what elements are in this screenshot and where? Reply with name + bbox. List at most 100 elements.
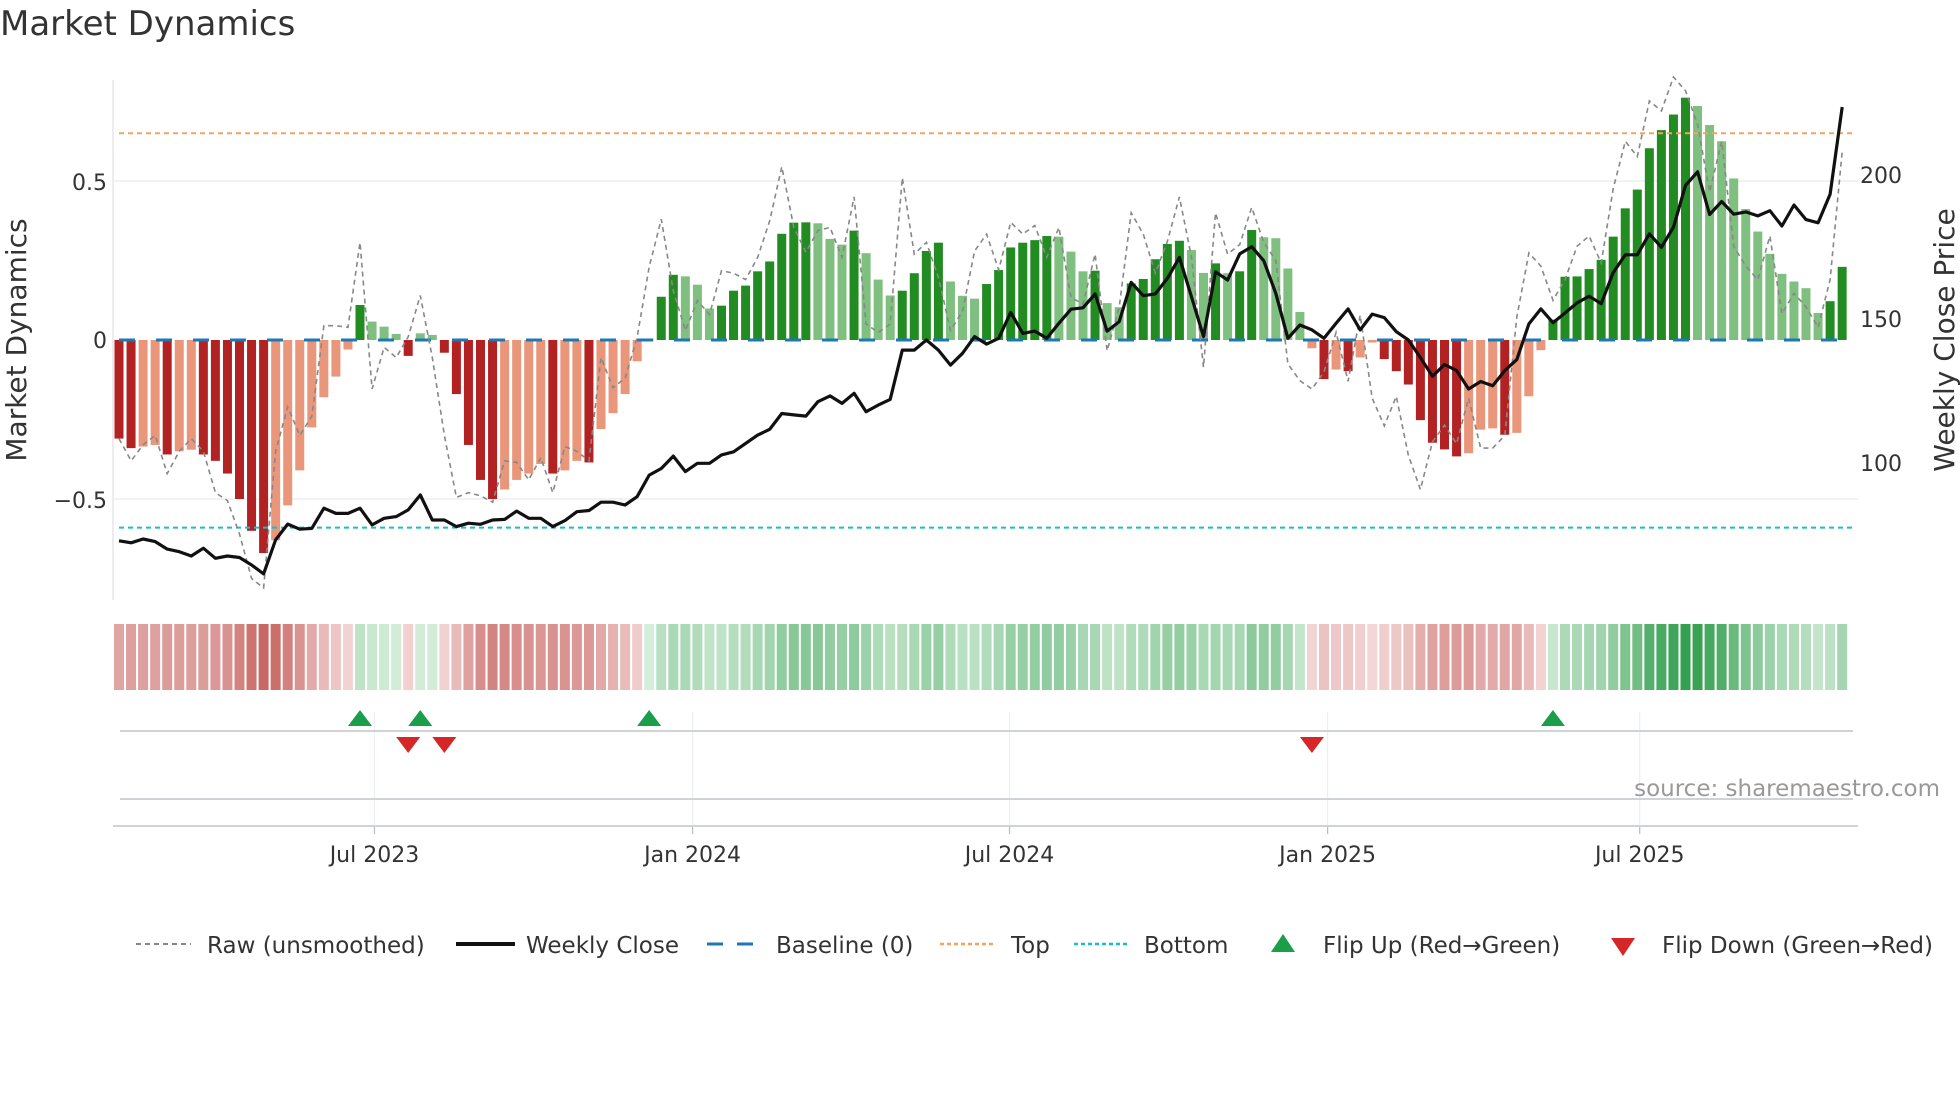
- bar: [1620, 208, 1630, 340]
- heat-cell: [511, 624, 522, 690]
- x-tick-label: Jan 2024: [642, 843, 741, 868]
- bar: [1030, 240, 1040, 340]
- heat-cell: [1078, 624, 1088, 690]
- heat-cell: [282, 624, 293, 690]
- heat-cell: [1427, 624, 1438, 690]
- legend: Raw (unsmoothed) Weekly Close Baseline (…: [136, 933, 1933, 959]
- bar: [813, 223, 823, 340]
- heat-cell: [1439, 624, 1450, 690]
- bar: [476, 340, 485, 480]
- heat-cell: [897, 624, 908, 690]
- heat-cell: [873, 624, 884, 690]
- heat-cell: [306, 624, 317, 690]
- legend-flip-up-icon: [1271, 934, 1295, 952]
- bar: [1825, 301, 1835, 340]
- bar: [1717, 141, 1727, 340]
- heat-cell: [1463, 624, 1474, 690]
- heat-cell: [1596, 624, 1607, 690]
- y-axis-label: Market Dynamics: [0, 218, 33, 461]
- heat-cell: [583, 624, 594, 690]
- heat-cell: [439, 624, 450, 690]
- heat-cell: [1270, 624, 1281, 690]
- heat-cell: [728, 624, 739, 690]
- heat-cell: [1306, 624, 1317, 690]
- bar: [692, 284, 702, 340]
- heat-cell: [463, 624, 474, 690]
- heat-cell: [1788, 624, 1799, 690]
- heat-cell: [776, 624, 787, 690]
- heat-cell: [993, 624, 1004, 690]
- legend-flip-down-label: Flip Down (Green→Red): [1662, 933, 1933, 959]
- bar: [1584, 269, 1594, 340]
- heat-cell: [788, 624, 799, 690]
- heat-cell: [222, 624, 233, 690]
- bar: [162, 340, 172, 455]
- bar: [114, 340, 124, 439]
- bar: [668, 274, 678, 340]
- heat-cell: [114, 624, 124, 690]
- heat-cell: [1740, 624, 1751, 690]
- legend-top-label: Top: [1010, 933, 1050, 959]
- heat-cell: [1487, 624, 1498, 690]
- heat-cell: [1535, 624, 1546, 690]
- heat-cell: [981, 624, 992, 690]
- heat-cell: [1258, 624, 1269, 690]
- heat-cell: [1017, 624, 1028, 690]
- heat-cell: [367, 624, 378, 690]
- flip-up-marker: [1540, 710, 1565, 726]
- bar: [1355, 340, 1365, 358]
- bar: [1042, 236, 1052, 340]
- heat-cell: [1162, 624, 1173, 690]
- heat-cell: [379, 624, 390, 690]
- legend-flip-down-icon: [1611, 938, 1635, 956]
- bar: [247, 340, 257, 531]
- heat-cell: [596, 624, 606, 690]
- bar: [367, 321, 377, 340]
- bar: [500, 340, 510, 490]
- bar: [126, 340, 136, 449]
- heat-cell: [1005, 624, 1016, 690]
- heat-cell: [1210, 624, 1221, 690]
- heat-cell: [812, 624, 823, 690]
- x-tick-label: Jan 2025: [1277, 843, 1376, 868]
- bar: [1801, 288, 1811, 340]
- bar: [355, 305, 365, 340]
- bar: [1235, 271, 1245, 340]
- bar: [729, 290, 739, 340]
- heat-cell: [1704, 624, 1715, 690]
- bar: [463, 340, 473, 445]
- heat-cell: [1608, 624, 1619, 690]
- bar: [1464, 340, 1474, 454]
- bar: [1789, 281, 1799, 340]
- bar: [379, 326, 389, 340]
- bar: [717, 305, 726, 340]
- heat-cell: [704, 624, 715, 690]
- heat-cell: [294, 624, 305, 690]
- bar: [1608, 236, 1618, 340]
- heat-cell: [342, 624, 353, 690]
- bar: [753, 271, 763, 340]
- y2-tick-label: 100: [1860, 452, 1902, 477]
- bar: [536, 340, 546, 465]
- bar: [789, 222, 799, 340]
- heat-cell: [138, 624, 149, 690]
- heat-cell: [1644, 624, 1655, 690]
- heat-cell: [150, 624, 161, 690]
- bar: [656, 296, 666, 340]
- bars-layer: [114, 97, 1847, 554]
- bar: [138, 340, 148, 447]
- bar: [1162, 243, 1172, 340]
- bar: [1367, 340, 1377, 343]
- heat-cell: [752, 624, 763, 690]
- bar: [319, 340, 329, 398]
- legend-raw-label: Raw (unsmoothed): [207, 933, 425, 959]
- y-tick-label: −0.5: [54, 489, 107, 514]
- heat-cell: [1547, 624, 1558, 690]
- heat-cell: [849, 624, 860, 690]
- bar: [1391, 340, 1401, 372]
- bar: [1379, 340, 1389, 360]
- heat-cell: [270, 624, 281, 690]
- heat-cell: [1801, 624, 1811, 690]
- bar: [608, 340, 618, 414]
- heat-cell: [174, 624, 185, 690]
